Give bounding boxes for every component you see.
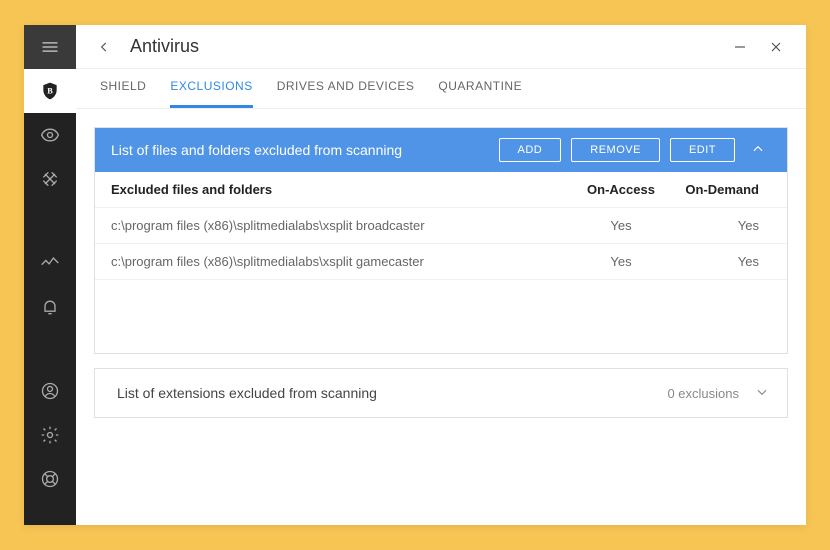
remove-button[interactable]: REMOVE (571, 138, 660, 162)
content-area: List of files and folders excluded from … (76, 109, 806, 525)
tab-shield[interactable]: SHIELD (100, 69, 146, 108)
tab-drives-devices[interactable]: DRIVES AND DEVICES (277, 69, 415, 108)
close-icon (770, 41, 782, 53)
tools-icon (40, 169, 60, 189)
svg-text:B: B (47, 87, 53, 96)
cell-path: c:\program files (x86)\splitmedialabs\xs… (111, 254, 571, 269)
excluded-extensions-panel: List of extensions excluded from scannin… (94, 368, 788, 418)
expand-extensions-button[interactable] (755, 385, 769, 402)
sidebar: B (24, 25, 76, 525)
cell-demand: Yes (671, 218, 771, 233)
col-header-access: On-Access (571, 182, 671, 197)
close-button[interactable] (758, 31, 794, 63)
minimize-button[interactable] (722, 31, 758, 63)
cell-path: c:\program files (x86)\splitmedialabs\xs… (111, 218, 571, 233)
minimize-icon (734, 41, 746, 53)
chevron-down-icon (755, 385, 769, 399)
sidebar-item-notifications[interactable] (24, 285, 76, 329)
page-title: Antivirus (130, 36, 722, 57)
main-area: Antivirus SHIELD EXCLUSIONS DRIVES AND D… (76, 25, 806, 525)
table-header: Excluded files and folders On-Access On-… (95, 172, 787, 208)
sidebar-item-tools[interactable] (24, 157, 76, 201)
table-row[interactable]: c:\program files (x86)\splitmedialabs\xs… (95, 208, 787, 244)
extensions-panel-title: List of extensions excluded from scannin… (117, 385, 667, 401)
eye-icon (40, 125, 60, 145)
tab-exclusions[interactable]: EXCLUSIONS (170, 69, 252, 108)
exclusions-table: Excluded files and folders On-Access On-… (95, 172, 787, 353)
sidebar-item-activity[interactable] (24, 241, 76, 285)
excluded-files-panel: List of files and folders excluded from … (94, 127, 788, 354)
collapse-panel-button[interactable] (745, 142, 771, 159)
table-row[interactable]: c:\program files (x86)\splitmedialabs\xs… (95, 244, 787, 280)
col-header-demand: On-Demand (671, 182, 771, 197)
panel-title: List of files and folders excluded from … (111, 142, 489, 158)
sidebar-item-privacy[interactable] (24, 113, 76, 157)
extensions-panel-header[interactable]: List of extensions excluded from scannin… (95, 369, 787, 417)
titlebar: Antivirus (76, 25, 806, 69)
exclusions-count: 0 exclusions (667, 386, 739, 401)
tab-quarantine[interactable]: QUARANTINE (438, 69, 522, 108)
table-body: c:\program files (x86)\splitmedialabs\xs… (95, 208, 787, 353)
sidebar-item-settings[interactable] (24, 413, 76, 457)
add-button[interactable]: ADD (499, 138, 562, 162)
back-button[interactable] (88, 31, 120, 63)
sidebar-item-account[interactable] (24, 369, 76, 413)
shield-b-icon: B (40, 81, 60, 101)
cell-access: Yes (571, 254, 671, 269)
antivirus-window: B Antivirus (24, 25, 806, 525)
bell-icon (40, 297, 60, 317)
lifebuoy-icon (40, 469, 60, 489)
cell-demand: Yes (671, 254, 771, 269)
chevron-up-icon (751, 142, 765, 156)
user-icon (40, 381, 60, 401)
col-header-path: Excluded files and folders (111, 182, 571, 197)
sidebar-item-protection[interactable]: B (24, 69, 76, 113)
edit-button[interactable]: EDIT (670, 138, 735, 162)
tabs: SHIELD EXCLUSIONS DRIVES AND DEVICES QUA… (76, 69, 806, 109)
menu-icon (40, 37, 60, 57)
activity-icon (40, 253, 60, 273)
sidebar-item-support[interactable] (24, 457, 76, 501)
gear-icon (40, 425, 60, 445)
cell-access: Yes (571, 218, 671, 233)
sidebar-menu-button[interactable] (24, 25, 76, 69)
panel-header: List of files and folders excluded from … (95, 128, 787, 172)
chevron-left-icon (97, 40, 111, 54)
